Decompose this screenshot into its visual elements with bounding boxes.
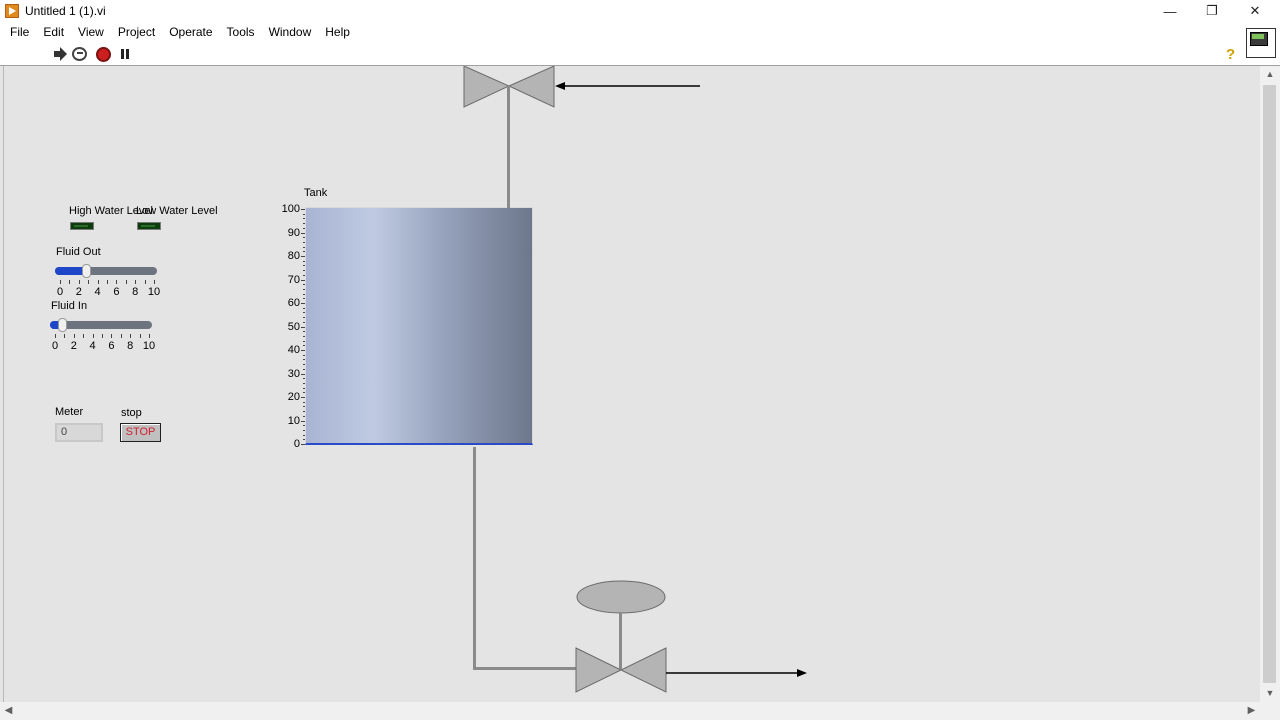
menu-help[interactable]: Help [318,22,357,42]
scroll-down-icon[interactable]: ▼ [1260,685,1280,702]
scroll-left-icon[interactable]: ◀ [0,702,17,720]
scroll-right-icon[interactable]: ▶ [1243,702,1260,720]
outlet-valve-right [619,647,667,693]
scrollbar-corner [1260,702,1280,720]
scroll-up-icon[interactable]: ▲ [1260,66,1280,83]
labview-vi-icon [5,4,19,18]
outlet-valve-left [575,647,623,693]
menu-operate[interactable]: Operate [162,22,219,42]
menu-window[interactable]: Window [262,22,319,42]
window-title: Untitled 1 (1).vi [25,4,106,18]
inlet-arrow-head [555,82,565,90]
menu-project[interactable]: Project [111,22,162,42]
restore-button[interactable]: ❐ [1191,0,1233,22]
vertical-scroll-thumb[interactable] [1263,85,1276,683]
menu-bar: File Edit View Project Operate Tools Win… [0,22,1280,42]
outlet-arrow-head [797,669,807,677]
pause-icon[interactable] [119,47,135,61]
menu-file[interactable]: File [3,22,36,42]
context-help-icon[interactable]: ? [1226,46,1235,63]
outlet-pipe-horizontal [473,667,577,670]
menu-edit[interactable]: Edit [36,22,71,42]
title-bar: Untitled 1 (1).vi — ❐ ✕ [0,0,1280,22]
close-button[interactable]: ✕ [1234,0,1276,22]
inlet-valve-left [463,66,511,108]
abort-execution-icon[interactable] [96,47,111,62]
outlet-pipe-vertical [473,447,476,669]
vertical-scrollbar[interactable]: ▲ ▼ [1260,66,1280,702]
minimize-button[interactable]: — [1149,0,1191,22]
front-panel: High Water Level Low Water Level Fluid O… [3,66,1260,702]
horizontal-scrollbar[interactable]: ◀ ▶ [0,702,1260,720]
menu-tools[interactable]: Tools [220,22,262,42]
run-arrow-icon[interactable] [52,47,68,61]
valve-actuator [576,580,666,614]
menu-view[interactable]: View [71,22,111,42]
run-continuously-icon[interactable] [72,47,87,61]
inlet-pipe [507,86,510,208]
toolbar: ? [0,42,1280,66]
piping-diagram [463,66,807,693]
labview-window: Untitled 1 (1).vi — ❐ ✕ File Edit View P… [0,0,1280,720]
inlet-valve-right [507,66,555,108]
actuator-stem [619,613,622,669]
vi-connector-pane-icon[interactable] [1246,28,1276,58]
